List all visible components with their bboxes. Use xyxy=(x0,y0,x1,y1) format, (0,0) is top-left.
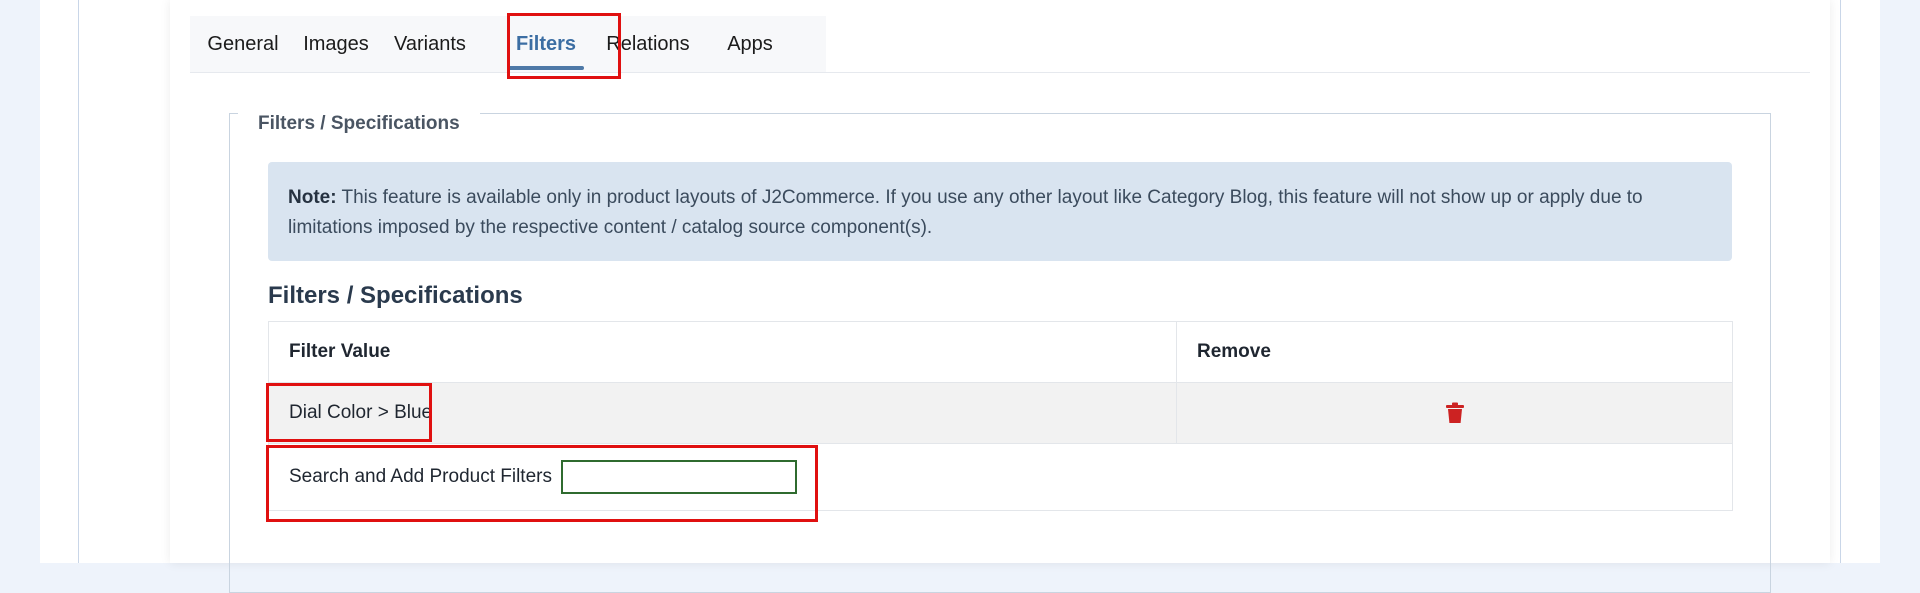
frame-divider-left xyxy=(78,0,79,563)
filter-value-cell: Dial Color > Blue xyxy=(268,382,1177,444)
add-filter-row: Search and Add Product Filters xyxy=(268,443,1733,511)
column-header-filter-value: Filter Value xyxy=(268,321,1177,383)
note-text: This feature is available only in produc… xyxy=(288,187,1643,238)
note-label: Note: xyxy=(288,187,337,208)
product-edit-card: General Images Variants Filters Relation… xyxy=(170,0,1830,593)
table-header-row: Filter Value Remove xyxy=(268,321,1733,383)
table-row: Dial Color > Blue xyxy=(268,382,1733,444)
outer-frame: General Images Variants Filters Relation… xyxy=(40,0,1880,593)
tab-apps[interactable]: Apps xyxy=(712,16,788,72)
tab-general[interactable]: General xyxy=(190,16,296,72)
column-header-remove: Remove xyxy=(1176,321,1733,383)
add-filter-cell: Search and Add Product Filters xyxy=(268,443,1733,511)
tab-relations[interactable]: Relations xyxy=(594,16,702,72)
frame-divider-right xyxy=(1840,0,1841,563)
tab-images[interactable]: Images xyxy=(296,16,376,72)
fieldset-legend: Filters / Specifications xyxy=(238,112,480,136)
tab-bar: General Images Variants Filters Relation… xyxy=(190,16,1810,73)
add-filter-search-input[interactable] xyxy=(561,460,798,494)
tab-variants[interactable]: Variants xyxy=(380,16,480,72)
filters-table: Filter Value Remove Dial Color > Blue Se… xyxy=(268,321,1733,511)
add-filter-label: Search and Add Product Filters xyxy=(289,466,552,487)
section-heading: Filters / Specifications xyxy=(268,282,523,309)
info-note: Note: This feature is available only in … xyxy=(268,162,1732,261)
trash-icon[interactable] xyxy=(1445,402,1465,424)
tab-filters[interactable]: Filters xyxy=(498,16,594,72)
remove-cell xyxy=(1176,382,1733,444)
